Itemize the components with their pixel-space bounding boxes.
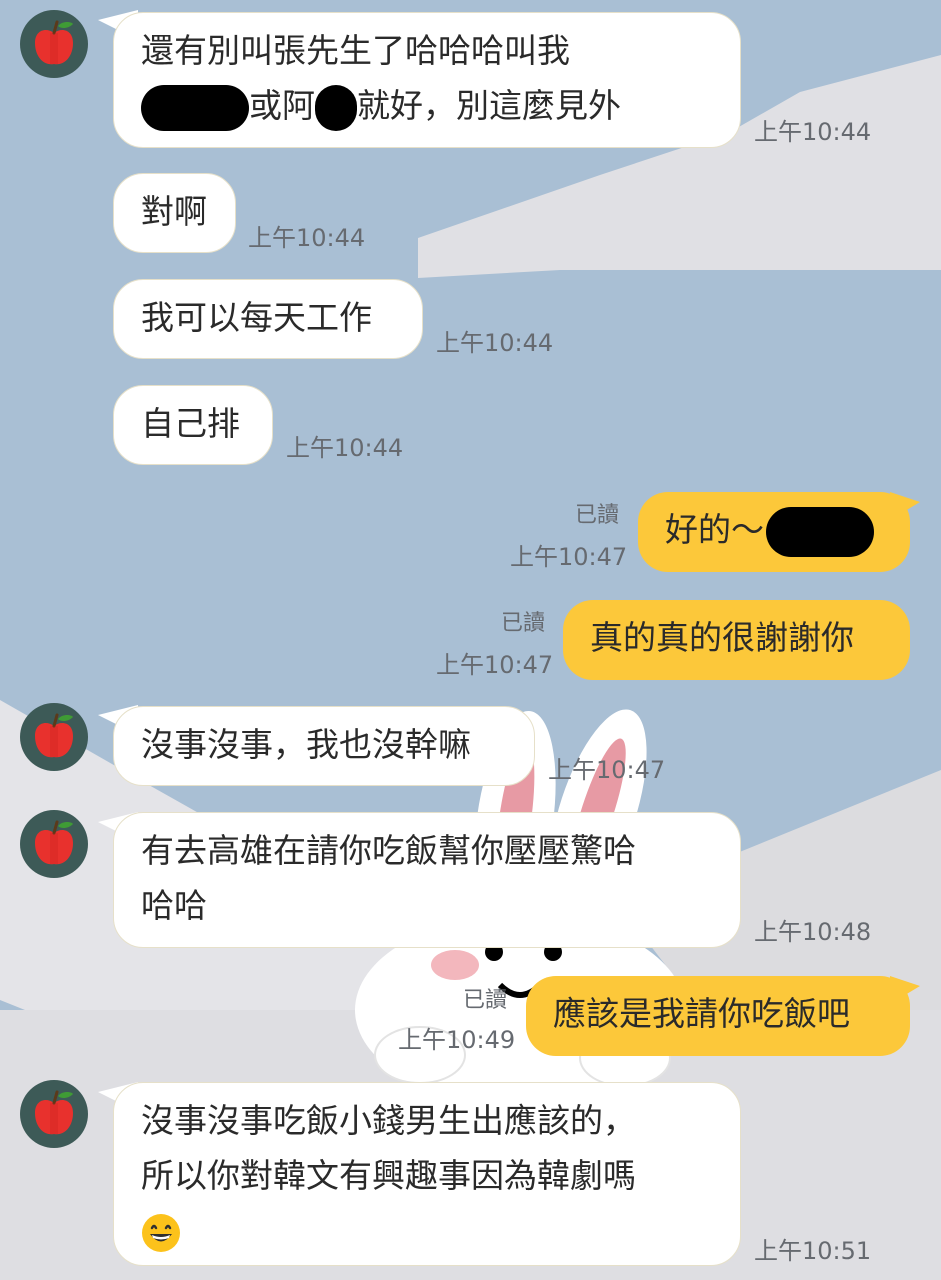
message-text: 有去高雄在請你吃飯幫你壓壓驚哈 (141, 831, 636, 870)
message-text: 還有別叫張先生了哈哈哈叫我 (141, 31, 570, 70)
message-timestamp: 上午10:47 (548, 756, 666, 784)
message-text: 自己排 (141, 404, 240, 443)
message-bubble-incoming[interactable]: 有去高雄在請你吃飯幫你壓壓驚哈 哈哈 (113, 812, 741, 948)
redacted-mark (315, 84, 357, 131)
message-text-line: 所以你對韓文有興趣事因為韓劇嗎 (141, 1156, 636, 1195)
message-timestamp: 上午10:49 (398, 1026, 516, 1054)
message-bubble-incoming[interactable]: 對啊 (113, 173, 236, 253)
bubble-tail (890, 976, 920, 1004)
contact-avatar[interactable] (20, 10, 88, 78)
message-text: 真的真的很謝謝你 (590, 618, 854, 657)
message-bubble-outgoing[interactable]: 好的～ (638, 492, 910, 572)
apple-icon (33, 20, 75, 66)
message-timestamp: 上午10:44 (436, 329, 554, 357)
message-text-line: 或阿 就好，別這麼見外 (141, 78, 713, 133)
message-timestamp: 上午10:44 (754, 118, 872, 146)
redacted-mark (141, 84, 249, 131)
message-timestamp: 上午10:48 (754, 918, 872, 946)
message-timestamp: 上午10:51 (754, 1237, 872, 1265)
message-text: 對啊 (141, 192, 207, 231)
message-text: 沒事沒事，我也沒幹嘛 (141, 725, 471, 764)
message-timestamp: 上午10:47 (436, 651, 554, 679)
message-text-line: 哈哈 (141, 886, 207, 925)
message-bubble-incoming[interactable]: 沒事沒事吃飯小錢男生出應該的， 所以你對韓文有興趣事因為韓劇嗎 (113, 1082, 741, 1266)
message-timestamp: 上午10:47 (510, 543, 628, 571)
message-timestamp: 上午10:44 (248, 224, 366, 252)
chat-message-list: 還有別叫張先生了哈哈哈叫我 或阿 就好，別這麼見外 上午10:44 對啊 上午10… (0, 0, 941, 1280)
message-text: 好的～ (665, 510, 764, 549)
read-receipt: 已讀 (463, 988, 508, 1013)
message-text: 沒事沒事吃飯小錢男生出應該的， (141, 1101, 636, 1140)
message-bubble-incoming[interactable]: 自己排 (113, 385, 273, 465)
contact-avatar[interactable] (20, 703, 88, 771)
contact-avatar[interactable] (20, 1080, 88, 1148)
read-receipt: 已讀 (501, 611, 546, 636)
message-bubble-outgoing[interactable]: 應該是我請你吃飯吧 (526, 976, 910, 1056)
message-text: 應該是我請你吃飯吧 (553, 994, 850, 1033)
redacted-mark (766, 506, 874, 557)
grinning-face-emoji (142, 1213, 180, 1252)
message-bubble-outgoing[interactable]: 真的真的很謝謝你 (563, 600, 910, 680)
apple-icon (33, 1090, 75, 1136)
message-text: 我可以每天工作 (141, 298, 372, 337)
message-timestamp: 上午10:44 (286, 434, 404, 462)
bubble-tail (890, 492, 920, 520)
message-bubble-incoming[interactable]: 我可以每天工作 (113, 279, 423, 359)
message-bubble-incoming[interactable]: 沒事沒事，我也沒幹嘛 (113, 706, 535, 786)
message-bubble-incoming[interactable]: 還有別叫張先生了哈哈哈叫我 或阿 就好，別這麼見外 (113, 12, 741, 148)
apple-icon (33, 820, 75, 866)
apple-icon (33, 713, 75, 759)
read-receipt: 已讀 (575, 503, 620, 528)
contact-avatar[interactable] (20, 810, 88, 878)
